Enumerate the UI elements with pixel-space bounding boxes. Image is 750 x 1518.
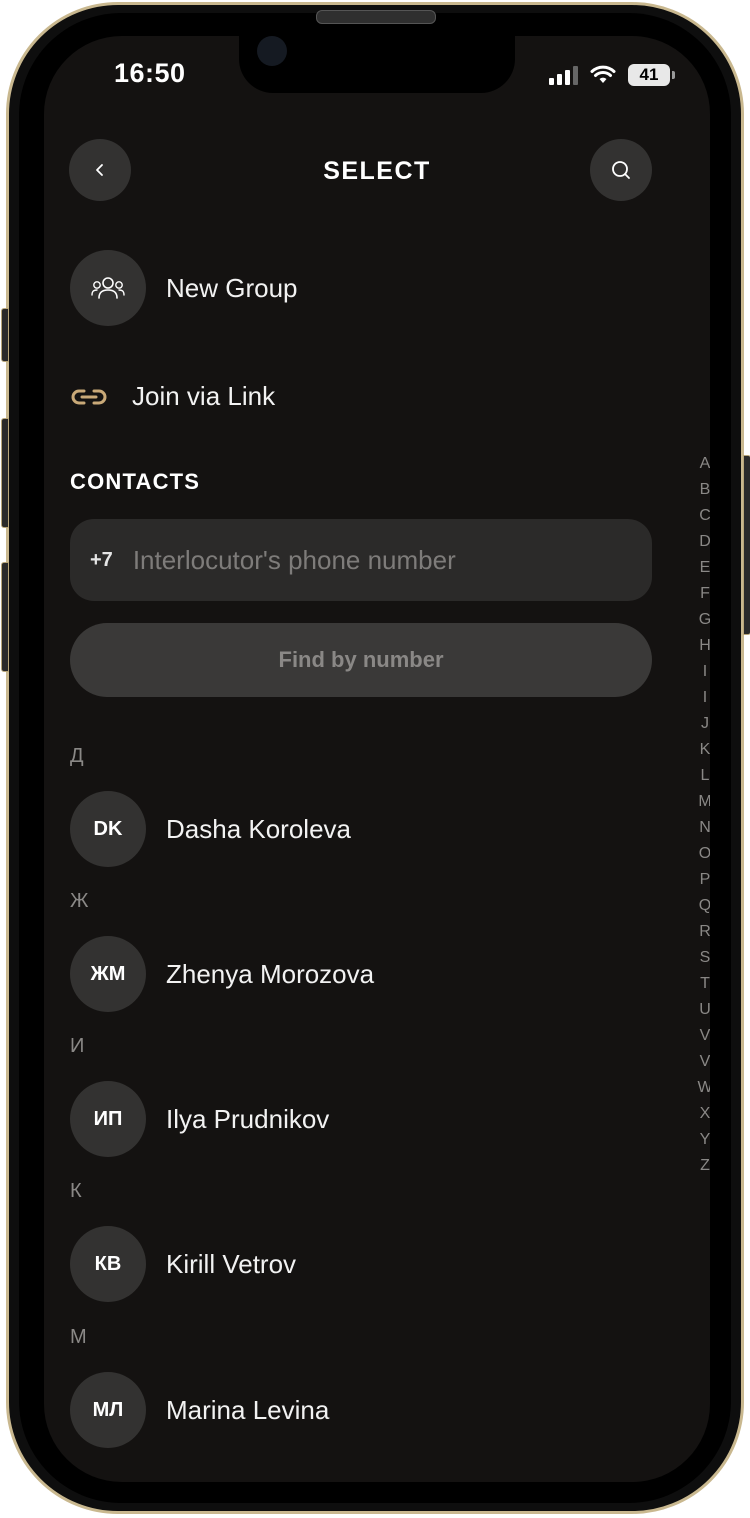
alphabet-index-letter[interactable]: R bbox=[699, 919, 710, 945]
country-code-prefix[interactable]: +7 bbox=[90, 549, 113, 572]
alphabet-index-letter[interactable]: I bbox=[703, 659, 707, 685]
alphabet-index-letter[interactable]: L bbox=[701, 763, 710, 789]
screen: 16:50 41 SELECT New Group Join via Link … bbox=[44, 36, 710, 1482]
alphabet-index-letter[interactable]: M bbox=[698, 789, 710, 815]
section-letter: Д bbox=[70, 745, 84, 767]
avatar: ЖМ bbox=[70, 936, 146, 1012]
alphabet-index-letter[interactable]: D bbox=[699, 529, 710, 555]
avatar: КВ bbox=[70, 1226, 146, 1302]
alphabet-index-letter[interactable]: B bbox=[700, 477, 710, 503]
alphabet-index-letter[interactable]: N bbox=[699, 815, 710, 841]
alphabet-index-letter[interactable]: Z bbox=[700, 1153, 710, 1179]
alphabet-index-letter[interactable]: V bbox=[700, 1049, 710, 1075]
group-icon bbox=[91, 277, 125, 299]
alphabet-index-letter[interactable]: W bbox=[697, 1075, 710, 1101]
section-letter: Ж bbox=[70, 890, 89, 912]
alphabet-index-letter[interactable]: U bbox=[699, 997, 710, 1023]
alphabet-index-letter[interactable]: F bbox=[700, 581, 710, 607]
contact-name: Ilya Prudnikov bbox=[166, 1103, 330, 1134]
avatar: DK bbox=[70, 791, 146, 867]
new-group-row[interactable]: New Group bbox=[70, 250, 298, 326]
contact-row[interactable]: ИП Ilya Prudnikov bbox=[70, 1081, 329, 1157]
alphabet-index[interactable]: ABCDEFGHIIJKLMNOPQRSTUVVWXYZ bbox=[694, 451, 710, 1179]
section-letter: И bbox=[70, 1035, 85, 1057]
alphabet-index-letter[interactable]: Y bbox=[700, 1127, 710, 1153]
search-button[interactable] bbox=[590, 139, 652, 201]
avatar: МЛ bbox=[70, 1372, 146, 1448]
join-via-link-row[interactable]: Join via Link bbox=[70, 381, 275, 412]
section-letter: М bbox=[70, 1326, 87, 1348]
status-icons: 41 bbox=[549, 64, 675, 86]
new-group-avatar bbox=[70, 250, 146, 326]
contact-row[interactable]: DK Dasha Koroleva bbox=[70, 791, 351, 867]
search-icon bbox=[612, 161, 630, 179]
notch bbox=[239, 36, 515, 93]
phone-number-field[interactable]: +7 bbox=[70, 519, 652, 601]
contact-name: Dasha Koroleva bbox=[166, 813, 351, 844]
battery-indicator: 41 bbox=[628, 64, 675, 86]
mute-switch bbox=[1, 308, 9, 362]
join-via-link-label: Join via Link bbox=[132, 381, 276, 411]
cellular-signal-icon bbox=[549, 65, 578, 85]
contact-row[interactable]: МЛ Marina Levina bbox=[70, 1372, 329, 1448]
alphabet-index-letter[interactable]: C bbox=[699, 503, 710, 529]
alphabet-index-letter[interactable]: E bbox=[700, 555, 710, 581]
contact-row[interactable]: КВ Kirill Vetrov bbox=[70, 1226, 296, 1302]
alphabet-index-letter[interactable]: T bbox=[700, 971, 710, 997]
section-letter: К bbox=[70, 1180, 82, 1202]
contacts-section-title: CONTACTS bbox=[70, 469, 201, 494]
contact-name: Marina Levina bbox=[166, 1394, 330, 1425]
avatar: ИП bbox=[70, 1081, 146, 1157]
link-icon bbox=[71, 389, 107, 404]
alphabet-index-letter[interactable]: I bbox=[703, 685, 707, 711]
alphabet-index-letter[interactable]: K bbox=[700, 737, 710, 763]
contact-name: Zhenya Morozova bbox=[166, 958, 375, 989]
alphabet-index-letter[interactable]: X bbox=[700, 1101, 710, 1127]
front-camera bbox=[257, 36, 287, 66]
alphabet-index-letter[interactable]: H bbox=[699, 633, 710, 659]
alphabet-index-letter[interactable]: P bbox=[700, 867, 710, 893]
alphabet-index-letter[interactable]: G bbox=[699, 607, 710, 633]
contact-name: Kirill Vetrov bbox=[166, 1248, 297, 1279]
phone-number-input[interactable] bbox=[130, 543, 575, 577]
wifi-icon bbox=[590, 65, 616, 83]
volume-up-button bbox=[1, 418, 9, 528]
status-time: 16:50 bbox=[114, 58, 186, 88]
contact-row[interactable]: ЖМ Zhenya Morozova bbox=[70, 936, 374, 1012]
alphabet-index-letter[interactable]: O bbox=[699, 841, 710, 867]
find-by-number-button[interactable]: Find by number bbox=[70, 623, 652, 697]
alphabet-index-letter[interactable]: V bbox=[700, 1023, 710, 1049]
earpiece-speaker bbox=[316, 10, 436, 24]
power-button bbox=[743, 455, 750, 635]
alphabet-index-letter[interactable]: J bbox=[701, 711, 709, 737]
alphabet-index-letter[interactable]: Q bbox=[699, 893, 710, 919]
new-group-label: New Group bbox=[166, 272, 298, 303]
volume-down-button bbox=[1, 562, 9, 672]
alphabet-index-letter[interactable]: A bbox=[700, 451, 710, 477]
alphabet-index-letter[interactable]: S bbox=[700, 945, 710, 971]
